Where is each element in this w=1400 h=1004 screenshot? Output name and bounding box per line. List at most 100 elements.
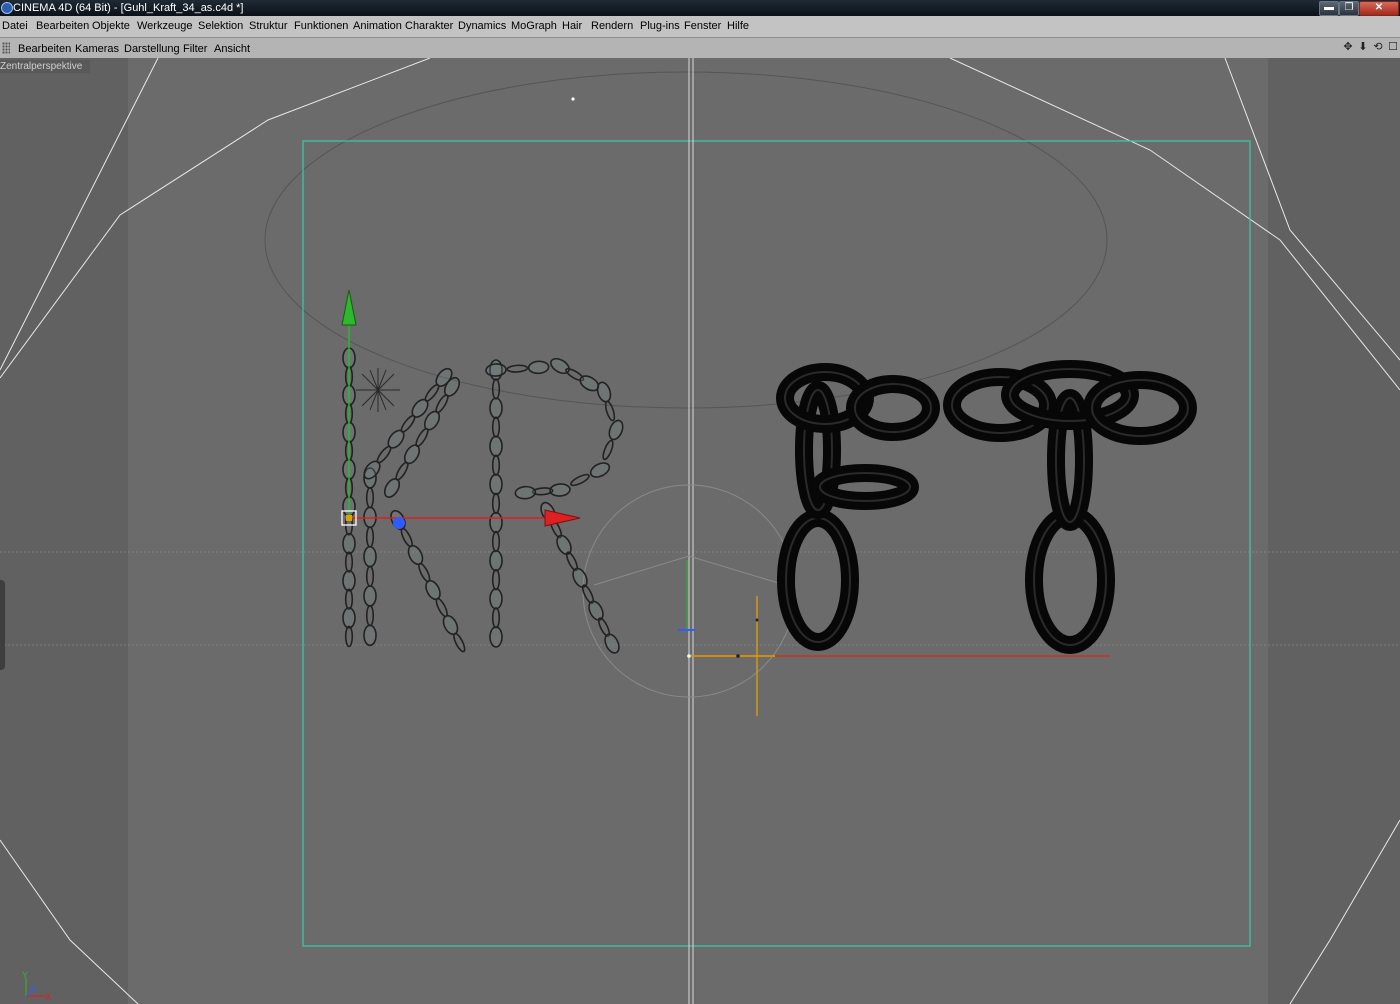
chain-link xyxy=(363,545,377,568)
chain-link xyxy=(491,416,501,439)
menu-datei[interactable]: Datei xyxy=(2,20,28,32)
window-title: CINEMA 4D (64 Bit) - [Guhl_Kraft_34_as.c… xyxy=(13,2,244,14)
chain-link xyxy=(365,565,375,588)
move-y-axis-arrow[interactable] xyxy=(341,289,357,326)
chain-link xyxy=(589,462,611,478)
menu-hair[interactable]: Hair xyxy=(562,20,582,32)
close-button[interactable]: ✕ xyxy=(1359,1,1399,16)
menu-selektion[interactable]: Selektion xyxy=(198,20,243,32)
menu-mograph[interactable]: MoGraph xyxy=(511,20,557,32)
chain-link xyxy=(602,439,614,461)
chain-link xyxy=(570,473,590,487)
move-view-icon[interactable]: ✥ xyxy=(1342,41,1354,54)
chain-link xyxy=(491,568,501,591)
menu-hilfe[interactable]: Hilfe xyxy=(727,20,749,32)
view-menu-darstellung[interactable]: Darstellung xyxy=(124,43,180,55)
chain-link xyxy=(344,551,354,573)
chain-solid-letters[interactable] xyxy=(776,360,1197,654)
chain-link xyxy=(489,587,503,610)
menu-fenster[interactable]: Fenster xyxy=(684,20,721,32)
menu-rendern[interactable]: Rendern xyxy=(591,20,633,32)
viewport-right-shade xyxy=(1268,58,1400,1004)
view-menu-kameras[interactable]: Kameras xyxy=(75,43,119,55)
chain-link xyxy=(491,492,501,515)
menu-struktur[interactable]: Struktur xyxy=(249,20,288,32)
move-x-axis-arrow[interactable] xyxy=(544,509,581,527)
menu-plugins[interactable]: Plug-ins xyxy=(640,20,680,32)
camera-wire-polygon xyxy=(0,58,1400,1004)
axis-label-x: X xyxy=(45,992,51,1002)
chain-link xyxy=(363,585,377,607)
chain-link xyxy=(365,526,375,548)
menu-bearbeiten[interactable]: Bearbeiten xyxy=(36,20,89,32)
menu-dynamics[interactable]: Dynamics xyxy=(458,20,506,32)
3d-viewport[interactable]: Y Z X Zentralperspektive xyxy=(0,58,1400,1004)
menu-objekte[interactable]: Objekte xyxy=(92,20,130,32)
spline-point-handle xyxy=(755,618,759,622)
view-menu-ansicht[interactable]: Ansicht xyxy=(214,43,250,55)
chain-link xyxy=(491,530,501,553)
chain-link xyxy=(491,454,501,477)
chain-link xyxy=(491,607,501,629)
spline-point-mid xyxy=(736,654,740,658)
object-pivot-center xyxy=(346,515,352,521)
main-menu-bar: Datei Bearbeiten Objekte Werkzeuge Selek… xyxy=(0,16,1400,38)
menu-funktionen[interactable]: Funktionen xyxy=(294,20,348,32)
chain-link xyxy=(453,632,466,653)
menu-werkzeuge[interactable]: Werkzeuge xyxy=(137,20,192,32)
chain-link xyxy=(418,562,431,583)
panel-resize-handle[interactable] xyxy=(0,580,5,670)
chain-link xyxy=(489,511,503,534)
chain-link xyxy=(400,527,413,548)
star-light-icon xyxy=(356,368,400,412)
chain-link xyxy=(506,364,529,373)
chain-link xyxy=(407,544,424,566)
emitter-ellipse-outline xyxy=(264,71,1108,409)
chain-link xyxy=(342,569,356,592)
chain-link xyxy=(363,624,377,647)
chain-link xyxy=(489,473,503,496)
title-bar: CINEMA 4D (64 Bit) - [Guhl_Kraft_34_as.c… xyxy=(0,0,1400,16)
maximize-view-icon[interactable]: ☐ xyxy=(1387,41,1399,54)
chain-link xyxy=(485,363,507,377)
axis-label-z: Z xyxy=(30,984,36,994)
view-menu-filter[interactable]: Filter xyxy=(183,43,207,55)
chain-link xyxy=(344,588,354,611)
spline-point-start xyxy=(687,654,691,658)
maximize-button[interactable]: ❐ xyxy=(1339,1,1359,16)
menu-charakter[interactable]: Charakter xyxy=(405,20,453,32)
viewport-left-shade xyxy=(0,58,128,1004)
rotate-view-icon[interactable]: ⟲ xyxy=(1372,41,1384,54)
chain-link xyxy=(604,400,616,422)
view-menu-bearbeiten[interactable]: Bearbeiten xyxy=(18,43,71,55)
chain-link xyxy=(489,397,503,419)
menu-animation[interactable]: Animation xyxy=(353,20,402,32)
zoom-view-icon[interactable]: ⬇ xyxy=(1357,41,1369,54)
chain-wireframe-letters xyxy=(342,347,624,654)
move-z-axis-handle[interactable] xyxy=(393,517,405,529)
chain-link xyxy=(608,419,624,441)
chain-link xyxy=(1033,514,1107,646)
chain-link xyxy=(489,435,503,458)
chain-link xyxy=(342,532,356,555)
scene-point xyxy=(571,97,575,101)
minimize-button[interactable]: ▬ xyxy=(1319,1,1339,16)
chain-link xyxy=(435,597,448,618)
chain-link xyxy=(344,625,354,648)
chain-link xyxy=(365,604,375,627)
camera-name-label: Zentralperspektive xyxy=(0,60,90,73)
chain-link xyxy=(785,517,851,643)
chain-link xyxy=(489,626,503,648)
chain-link xyxy=(365,486,375,509)
viewport-menu-bar: Bearbeiten Kameras Darstellung Filter An… xyxy=(0,38,1400,59)
axis-label-y: Y xyxy=(22,970,28,980)
chain-link xyxy=(442,614,459,636)
chain-link xyxy=(527,360,550,375)
cinema4d-app-icon xyxy=(1,2,13,14)
chain-link xyxy=(489,549,503,572)
viewport-canvas[interactable]: Y Z X xyxy=(0,58,1400,1004)
chain-link xyxy=(342,607,356,629)
chain-link xyxy=(425,579,441,601)
chain-link xyxy=(514,485,537,500)
toolbar-grip-handle[interactable] xyxy=(2,42,10,54)
